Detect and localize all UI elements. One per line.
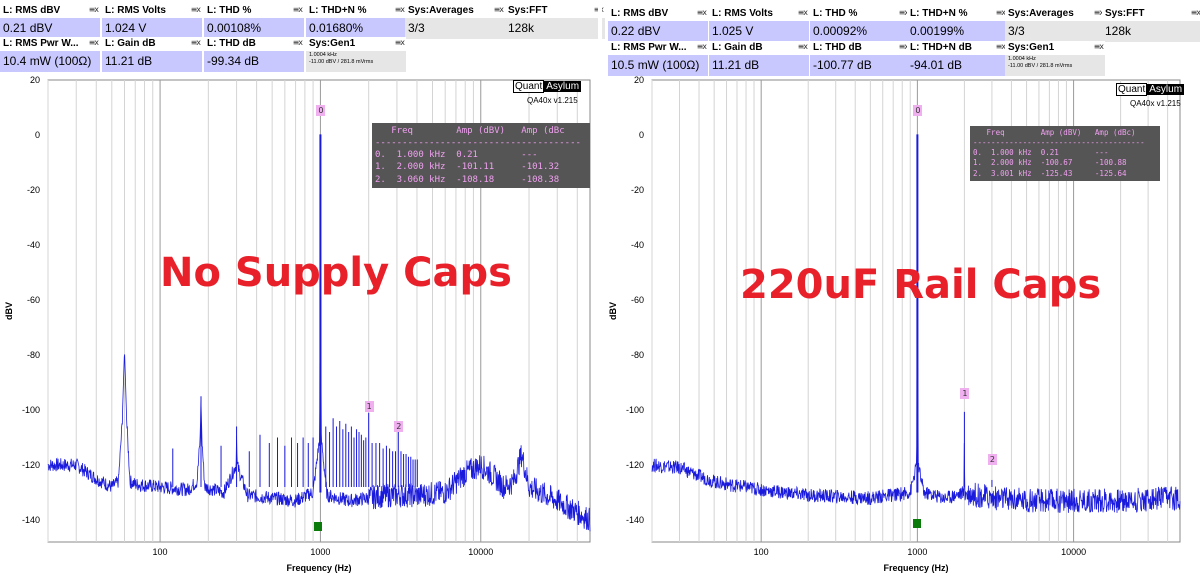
overlay-caption: No Supply Caps: [160, 250, 512, 296]
peak-table-row: 1. 2.000 kHz -101.11 -101.32: [375, 162, 560, 173]
y-tick-label: -40: [631, 240, 644, 250]
peak-table-row: 0. 1.000 kHz 0.21 ---: [375, 150, 538, 161]
y-axis-label: dBV: [4, 302, 14, 320]
peak-marker-1[interactable]: 1: [364, 401, 374, 413]
generator-frequency-marker[interactable]: [314, 522, 322, 531]
y-tick-label: 20: [30, 75, 40, 85]
generator-frequency-marker[interactable]: [913, 519, 921, 528]
quantasylum-logo: Quant Asylum: [513, 80, 582, 93]
peak-table-row: 2. 3.060 kHz -108.18 -108.38: [375, 174, 560, 185]
y-tick-label: 0: [35, 130, 40, 140]
y-tick-label: -40: [27, 240, 40, 250]
peak-table: Freq Amp (dBV) Amp (dBc -----------------…: [372, 123, 590, 188]
logo-part-quant: Quant: [1116, 83, 1148, 96]
logo-part-asylum: Asylum: [1147, 84, 1185, 95]
x-tick-label: 100: [153, 547, 168, 557]
quantasylum-logo: Quant Asylum: [1116, 83, 1185, 96]
x-axis-label: Frequency (Hz): [286, 563, 351, 573]
app-version: QA40x v1.215: [527, 96, 578, 105]
x-tick-label: 1000: [907, 547, 927, 557]
logo-part-quant: Quant: [513, 80, 545, 93]
y-tick-label: -80: [27, 350, 40, 360]
x-tick-label: 10000: [1061, 547, 1086, 557]
y-tick-label: -120: [626, 460, 644, 470]
y-tick-label: -140: [22, 515, 40, 525]
peak-marker-0[interactable]: 0: [913, 104, 923, 116]
peak-marker-1[interactable]: 1: [960, 387, 970, 399]
y-axis-label: dBV: [608, 302, 618, 320]
x-axis-label: Frequency (Hz): [883, 563, 948, 573]
y-tick-label: -80: [631, 350, 644, 360]
y-tick-label: -100: [626, 405, 644, 415]
peak-table-row: 0. 1.000 kHz 0.21 ---: [973, 148, 1109, 158]
left-analyzer-panel: L: RMS dBV ≡x 0.21 dBV L: RMS Volts ≡x 1.024 …: [0, 0, 605, 578]
y-tick-label: -120: [22, 460, 40, 470]
x-tick-label: 100: [754, 547, 769, 557]
y-tick-label: -60: [631, 295, 644, 305]
y-tick-label: -20: [631, 185, 644, 195]
x-tick-label: 1000: [310, 547, 330, 557]
peak-marker-2[interactable]: 2: [394, 420, 404, 432]
y-tick-label: -100: [22, 405, 40, 415]
panel-divider: [598, 0, 602, 578]
peak-marker-2[interactable]: 2: [987, 453, 997, 465]
app-version: QA40x v1.215: [1130, 99, 1181, 108]
right-analyzer-panel: L: RMS dBV ≡x 0.22 dBV L: RMS Volts ≡x 1.025 …: [604, 0, 1200, 578]
peak-table-header: Freq Amp (dBV) Amp (dBc): [973, 128, 1136, 137]
y-tick-label: 0: [639, 130, 644, 140]
peak-table-separator: --------------------------------------: [973, 138, 1145, 148]
peak-marker-0[interactable]: 0: [316, 104, 326, 116]
y-tick-label: 20: [634, 75, 644, 85]
x-tick-label: 10000: [468, 547, 493, 557]
overlay-caption: 220uF Rail Caps: [740, 262, 1102, 308]
logo-part-asylum: Asylum: [544, 81, 582, 92]
peak-table-header: Freq Amp (dBV) Amp (dBc: [375, 126, 565, 136]
peak-table: Freq Amp (dBV) Amp (dBc) ----------------…: [970, 126, 1160, 181]
peak-table-row: 2. 3.001 kHz -125.43 -125.64: [973, 168, 1127, 178]
peak-table-separator: --------------------------------------: [375, 138, 581, 149]
y-tick-label: -140: [626, 515, 644, 525]
peak-table-row: 1. 2.000 kHz -100.67 -100.88: [973, 158, 1127, 168]
y-tick-label: -60: [27, 295, 40, 305]
y-tick-label: -20: [27, 185, 40, 195]
